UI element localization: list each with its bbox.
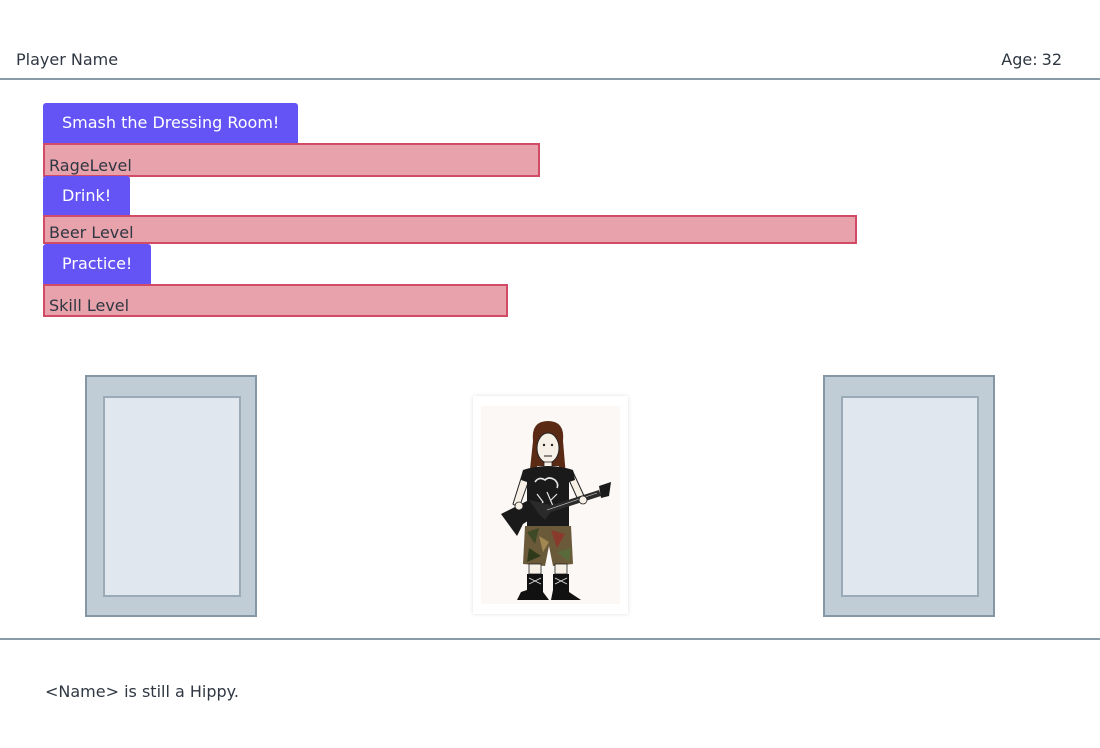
left-picture-frame xyxy=(85,375,257,617)
skill-level-label: Skill Level xyxy=(49,296,130,315)
rage-level-meter: RageLevel xyxy=(43,143,540,177)
player-name: Player Name xyxy=(16,50,119,69)
skill-level-meter: Skill Level xyxy=(43,284,508,317)
metal-guitarist-icon xyxy=(473,396,628,614)
age-value: 32 xyxy=(1041,50,1062,69)
age-label: Age: xyxy=(1001,50,1038,69)
top-bar: Player Name Age: 32 xyxy=(0,0,1100,80)
left-frame-inner xyxy=(103,396,241,597)
right-frame-inner xyxy=(841,396,979,597)
player-avatar xyxy=(473,396,628,614)
status-message: <Name> is still a Hippy. xyxy=(45,682,239,701)
player-age: Age: 32 xyxy=(1001,50,1062,69)
practice-button[interactable]: Practice! xyxy=(43,244,152,284)
rage-level-label: RageLevel xyxy=(49,156,132,175)
smash-dressing-room-button[interactable]: Smash the Dressing Room! xyxy=(43,103,299,143)
right-picture-frame xyxy=(823,375,995,617)
drink-button[interactable]: Drink! xyxy=(43,176,131,216)
beer-level-meter: Beer Level xyxy=(43,215,857,244)
beer-level-label: Beer Level xyxy=(49,223,134,242)
footer-divider xyxy=(0,638,1100,640)
